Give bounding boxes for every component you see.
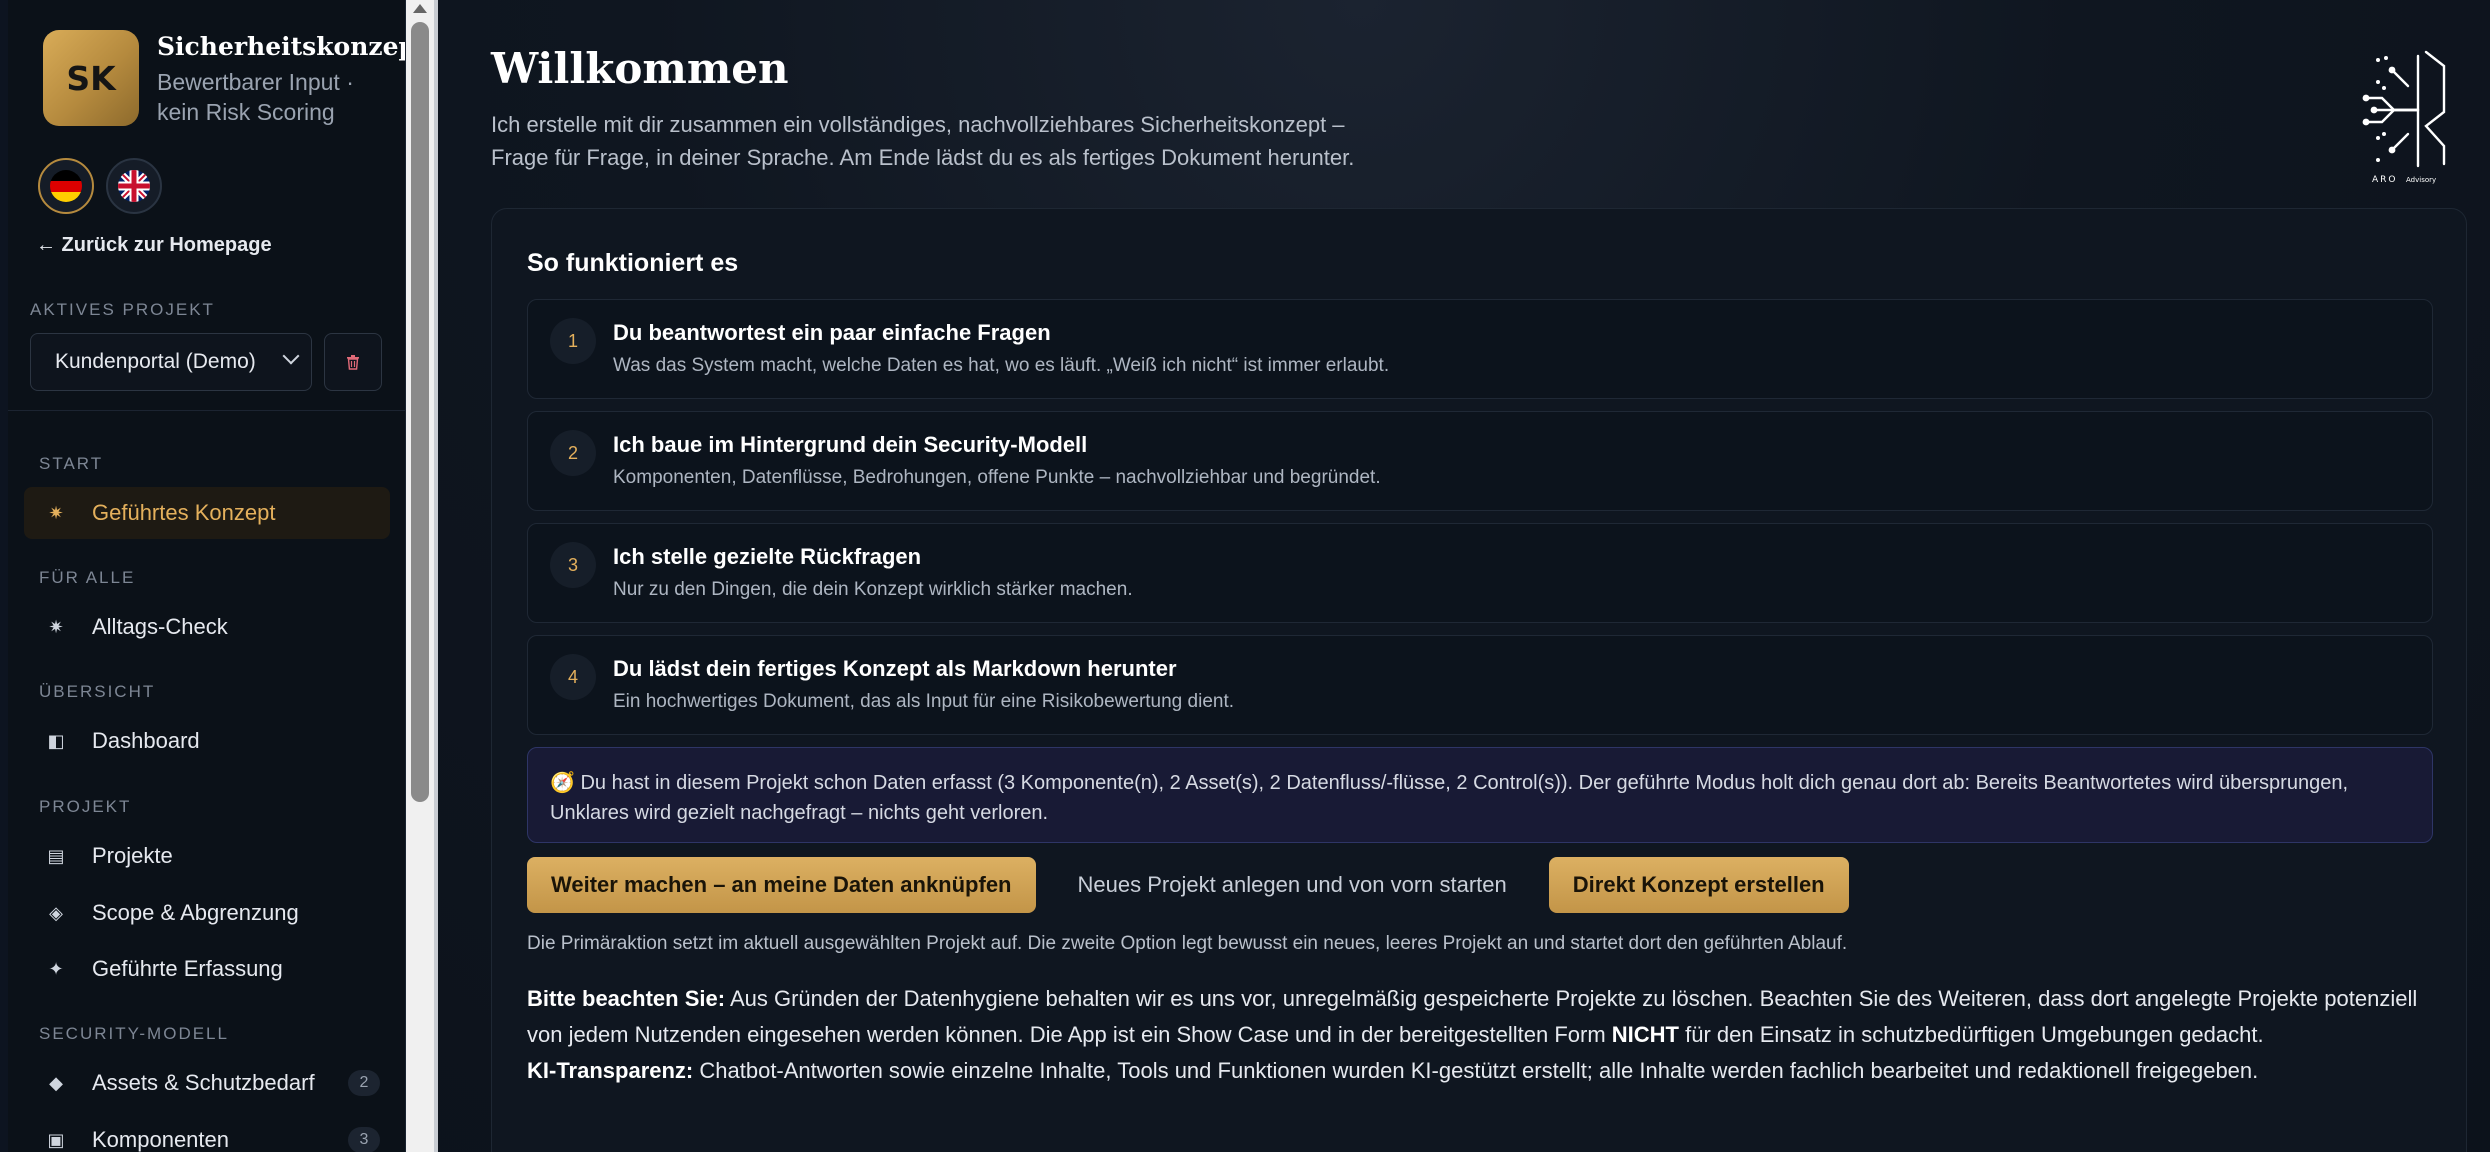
intro-text: Ich erstelle mit dir zusammen ein vollst… — [491, 112, 1355, 170]
step-title: Ich stelle gezielte Rückfragen — [613, 544, 922, 569]
sidebar-divider — [8, 410, 405, 411]
step-number: 1 — [550, 318, 596, 364]
sidebar-item-komponenten[interactable]: ▣ Komponenten 3 — [24, 1114, 390, 1152]
flag-uk-icon — [118, 170, 150, 202]
sparkle-icon: ✷ — [48, 502, 64, 523]
sidebar-item-alltags-check[interactable]: ✷ Alltags-Check — [24, 601, 390, 653]
page-title: Willkommen — [491, 44, 789, 93]
project-select[interactable]: Kundenportal (Demo) — [30, 333, 312, 391]
delete-project-button[interactable] — [324, 333, 382, 391]
action-hint: Die Primäraktion setzt im aktuell ausgew… — [527, 933, 1848, 954]
sidebar-item-assets[interactable]: ◆ Assets & Schutzbedarf 2 — [24, 1057, 390, 1109]
direct-concept-button[interactable]: Direkt Konzept erstellen — [1548, 857, 1849, 913]
sidebar-item-gefuehrte-erfassung[interactable]: ✦ Geführte Erfassung — [24, 943, 390, 995]
step-item: 4 Du lädst dein fertiges Konzept als Mar… — [527, 635, 2433, 735]
trash-icon — [347, 355, 359, 370]
ai-transparency-label: KI-Transparenz: — [527, 1058, 694, 1083]
step-item: 1 Du beantwortest ein paar einfache Frag… — [527, 299, 2433, 399]
brand-subtitle: Bewertbarer Input · kein Risk Scoring — [157, 69, 354, 125]
sidebar-item-scope[interactable]: ◈ Scope & Abgrenzung — [24, 887, 390, 939]
sidebar-scrollbar[interactable] — [406, 0, 434, 1152]
active-project-label: AKTIVES PROJEKT — [30, 300, 215, 319]
action-buttons: Weiter machen – an meine Daten anknüpfen… — [527, 857, 1849, 913]
flag-de-icon — [50, 170, 82, 202]
language-en-button[interactable] — [106, 158, 162, 214]
sparkle-icon: ✷ — [48, 616, 64, 637]
list-icon: ▤ — [47, 845, 65, 866]
component-icon: ▣ — [47, 1129, 65, 1150]
scroll-up-arrow-icon[interactable] — [413, 4, 427, 13]
existing-data-notice: 🧭 Du hast in diesem Projekt schon Daten … — [527, 747, 2433, 843]
step-title: Du lädst dein fertiges Konzept als Markd… — [613, 656, 1177, 681]
diamond-icon: ◈ — [49, 902, 63, 923]
sidebar-item-label: Komponenten — [92, 1127, 229, 1152]
disclaimer: Bitte beachten Sie: Aus Gründen der Date… — [527, 981, 2427, 1089]
sidebar-item-projekte[interactable]: ▤ Projekte — [24, 830, 390, 882]
step-item: 3 Ich stelle gezielte Rückfragen Nur zu … — [527, 523, 2433, 623]
step-number: 2 — [550, 430, 596, 476]
sidebar-item-label: Geführte Erfassung — [92, 956, 283, 981]
how-it-works-card: So funktioniert es 1 Du beantwortest ein… — [491, 208, 2467, 1152]
sidebar: SK Sicherheitskonzept Bewertbarer Input … — [8, 0, 406, 1152]
star-icon: ✦ — [48, 958, 64, 979]
note-text: für den Einsatz in schutzbedürftigen Umg… — [1679, 1022, 2264, 1047]
step-number: 4 — [550, 654, 596, 700]
step-description: Komponenten, Datenflüsse, Bedrohungen, o… — [613, 467, 1381, 488]
section-start: START — [39, 454, 104, 473]
step-title: Du beantwortest ein paar einfache Fragen — [613, 320, 1051, 345]
diamond-solid-icon: ◆ — [49, 1072, 63, 1093]
sidebar-item-label: Projekte — [92, 843, 173, 868]
step-number: 3 — [550, 542, 596, 588]
section-fuer-alle: FÜR ALLE — [39, 568, 136, 587]
continue-button[interactable]: Weiter machen – an meine Daten anknüpfen — [527, 857, 1036, 913]
scrollbar-thumb[interactable] — [411, 22, 429, 802]
sidebar-item-dashboard[interactable]: ◧ Dashboard — [24, 715, 390, 767]
brand: SK Sicherheitskonzept Bewertbarer Input … — [43, 30, 406, 127]
sidebar-item-label: Alltags-Check — [92, 614, 228, 639]
language-de-button[interactable] — [38, 158, 94, 214]
step-description: Ein hochwertiges Dokument, das als Input… — [613, 691, 1235, 712]
section-projekt: PROJEKT — [39, 797, 132, 816]
dashboard-icon: ◧ — [47, 730, 65, 751]
logo-tagline: Advisory — [2406, 176, 2436, 184]
language-switcher — [38, 158, 162, 214]
section-uebersicht: ÜBERSICHT — [39, 682, 156, 701]
section-security-modell: SECURITY-MODELL — [39, 1024, 229, 1043]
new-project-button[interactable]: Neues Projekt anlegen und von vorn start… — [1036, 857, 1549, 913]
step-description: Nur zu den Dingen, die dein Konzept wirk… — [613, 579, 1133, 600]
brand-logo: SK — [43, 30, 139, 126]
back-to-homepage-link[interactable]: ← Zurück zur Homepage — [36, 234, 272, 257]
sidebar-item-label: Assets & Schutzbedarf — [92, 1070, 315, 1095]
ai-transparency-text: Chatbot-Antworten sowie einzelne Inhalte… — [693, 1058, 2259, 1083]
step-item: 2 Ich baue im Hintergrund dein Security-… — [527, 411, 2433, 511]
card-title: So funktioniert es — [527, 249, 739, 277]
logo-name: ARO — [2372, 175, 2398, 185]
step-description: Was das System macht, welche Daten es ha… — [613, 355, 1390, 376]
project-select-value: Kundenportal (Demo) — [55, 350, 256, 373]
count-badge: 3 — [348, 1127, 380, 1152]
brand-title: Sicherheitskonzept — [157, 32, 406, 61]
main-content: Willkommen Ich erstelle mit dir zusammen… — [438, 0, 2490, 1152]
sidebar-item-label: Scope & Abgrenzung — [92, 900, 299, 925]
sidebar-item-label: Geführtes Konzept — [92, 500, 276, 525]
note-emphasis: NICHT — [1611, 1022, 1679, 1047]
count-badge: 2 — [348, 1070, 380, 1096]
step-title: Ich baue im Hintergrund dein Security-Mo… — [613, 432, 1088, 457]
sidebar-item-label: Dashboard — [92, 728, 200, 753]
aro-advisory-logo: ARO Advisory — [2362, 50, 2446, 185]
chevron-down-icon — [282, 347, 300, 365]
sidebar-item-gefuehrtes-konzept[interactable]: ✷ Geführtes Konzept — [24, 487, 390, 539]
note-label: Bitte beachten Sie: — [527, 986, 726, 1011]
